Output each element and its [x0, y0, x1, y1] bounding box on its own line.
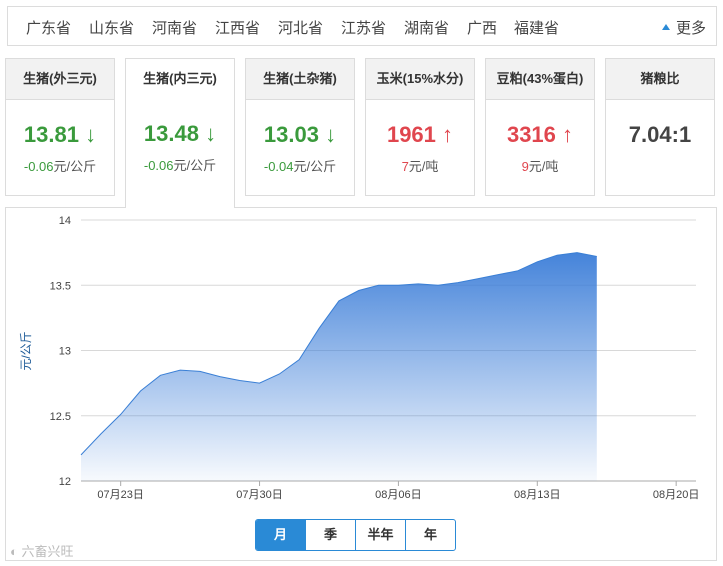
triangle-up-icon: [661, 24, 670, 30]
card-value: 3316: [506, 122, 556, 147]
card-change: -0.06: [23, 159, 54, 174]
card-change: 7: [401, 159, 409, 174]
province-tab-guangxi[interactable]: 广西: [467, 17, 497, 38]
price-card-corn[interactable]: 玉米(15%水分) 1961 ↑ 7元/吨: [365, 58, 475, 196]
card-unit: 元/公斤: [53, 159, 97, 174]
province-tab-hebei[interactable]: 河北省: [278, 17, 323, 38]
arrow-up-icon: ↑: [442, 122, 454, 147]
arrow-down-icon: ↓: [85, 122, 97, 147]
card-change: -0.04: [263, 159, 294, 174]
range-quarter-button[interactable]: 季: [305, 520, 355, 550]
price-chart: 12 12.5 13 13.5 14 07月23日 07月30日 08月06日 08月13日 0…: [19, 215, 699, 501]
y-tick-label: 13.5: [50, 280, 71, 292]
arrow-up-icon: ↑: [562, 122, 574, 147]
province-tab-fujian[interactable]: 福建省: [514, 17, 559, 38]
range-month-button[interactable]: 月: [256, 520, 305, 550]
range-selector: 月 季 半年 年: [255, 519, 456, 551]
province-bar: 广东省 山东省 河南省 江西省 河北省 江苏省 湖南省 广西 福建省 更多: [7, 6, 717, 46]
card-title: 生猪(内三元): [126, 59, 234, 99]
card-change-row: 9元/吨: [486, 156, 594, 175]
y-tick-label: 12: [59, 476, 71, 488]
x-tick-label: 08月20日: [653, 489, 699, 501]
x-tick-label: 07月23日: [97, 489, 143, 501]
province-tab-jiangsu[interactable]: 江苏省: [341, 17, 386, 38]
price-card-pig-local[interactable]: 生猪(土杂猪) 13.03 ↓ -0.04元/公斤: [245, 58, 355, 196]
card-unit: 元/吨: [528, 159, 559, 174]
card-value-row: 13.81 ↓: [6, 122, 114, 148]
price-chart-panel: 12 12.5 13 13.5 14 07月23日 07月30日 08月06日 08月13日 0…: [5, 207, 717, 561]
card-value-row: 3316 ↑: [486, 122, 594, 148]
card-title: 生猪(土杂猪): [246, 59, 354, 100]
price-area: [81, 252, 597, 481]
range-halfyear-button[interactable]: 半年: [355, 520, 405, 550]
y-tick-label: 12.5: [50, 411, 71, 423]
more-button[interactable]: 更多: [661, 17, 706, 38]
watermark: ◐ 六畜兴旺: [10, 541, 74, 560]
card-value-row: 13.03 ↓: [246, 122, 354, 148]
x-tick-label: 08月13日: [514, 489, 560, 501]
arrow-down-icon: ↓: [205, 121, 217, 146]
card-value: 7.04:1: [628, 122, 692, 147]
card-value: 13.81: [23, 122, 79, 147]
watermark-logo-icon: ◐: [10, 544, 18, 559]
card-unit: 元/公斤: [293, 159, 337, 174]
card-title: 玉米(15%水分): [366, 59, 474, 100]
arrow-down-icon: ↓: [325, 122, 337, 147]
card-change-row: 7元/吨: [366, 156, 474, 175]
card-change-row: -0.06元/公斤: [6, 156, 114, 175]
x-tick-label: 08月06日: [375, 489, 421, 501]
card-title: 猪粮比: [606, 59, 714, 100]
card-value-row: 13.48 ↓: [126, 121, 234, 147]
y-axis-label: 元/公斤: [19, 331, 33, 370]
price-card-pig-grain-ratio[interactable]: 猪粮比 7.04:1: [605, 58, 715, 196]
card-value-row: 7.04:1: [606, 122, 714, 148]
card-title: 豆粕(43%蛋白): [486, 59, 594, 100]
card-title: 生猪(外三元): [6, 59, 114, 100]
province-tab-henan[interactable]: 河南省: [152, 17, 197, 38]
range-year-button[interactable]: 年: [405, 520, 455, 550]
watermark-text: 六畜兴旺: [21, 544, 74, 559]
card-unit: 元/公斤: [173, 158, 217, 173]
province-tab-hunan[interactable]: 湖南省: [404, 17, 449, 38]
province-tab-guangdong[interactable]: 广东省: [26, 17, 71, 38]
province-tab-jiangxi[interactable]: 江西省: [215, 17, 260, 38]
card-value: 13.48: [143, 121, 199, 146]
card-change-row: -0.04元/公斤: [246, 156, 354, 175]
y-tick-label: 14: [59, 215, 71, 227]
card-value-row: 1961 ↑: [366, 122, 474, 148]
card-unit: 元/吨: [408, 159, 439, 174]
card-change-row: -0.06元/公斤: [126, 155, 234, 174]
price-card-pig-outer[interactable]: 生猪(外三元) 13.81 ↓ -0.06元/公斤: [5, 58, 115, 196]
more-label: 更多: [675, 20, 706, 37]
card-change: -0.06: [143, 158, 174, 173]
x-tick-label: 07月30日: [236, 489, 282, 501]
card-value: 13.03: [263, 122, 319, 147]
price-card-soymeal[interactable]: 豆粕(43%蛋白) 3316 ↑ 9元/吨: [485, 58, 595, 196]
price-card-pig-inner[interactable]: 生猪(内三元) 13.48 ↓ -0.06元/公斤: [125, 58, 235, 208]
y-tick-label: 13: [59, 346, 71, 358]
card-value: 1961: [386, 122, 436, 147]
card-change: 9: [521, 159, 529, 174]
province-tab-shandong[interactable]: 山东省: [89, 17, 134, 38]
